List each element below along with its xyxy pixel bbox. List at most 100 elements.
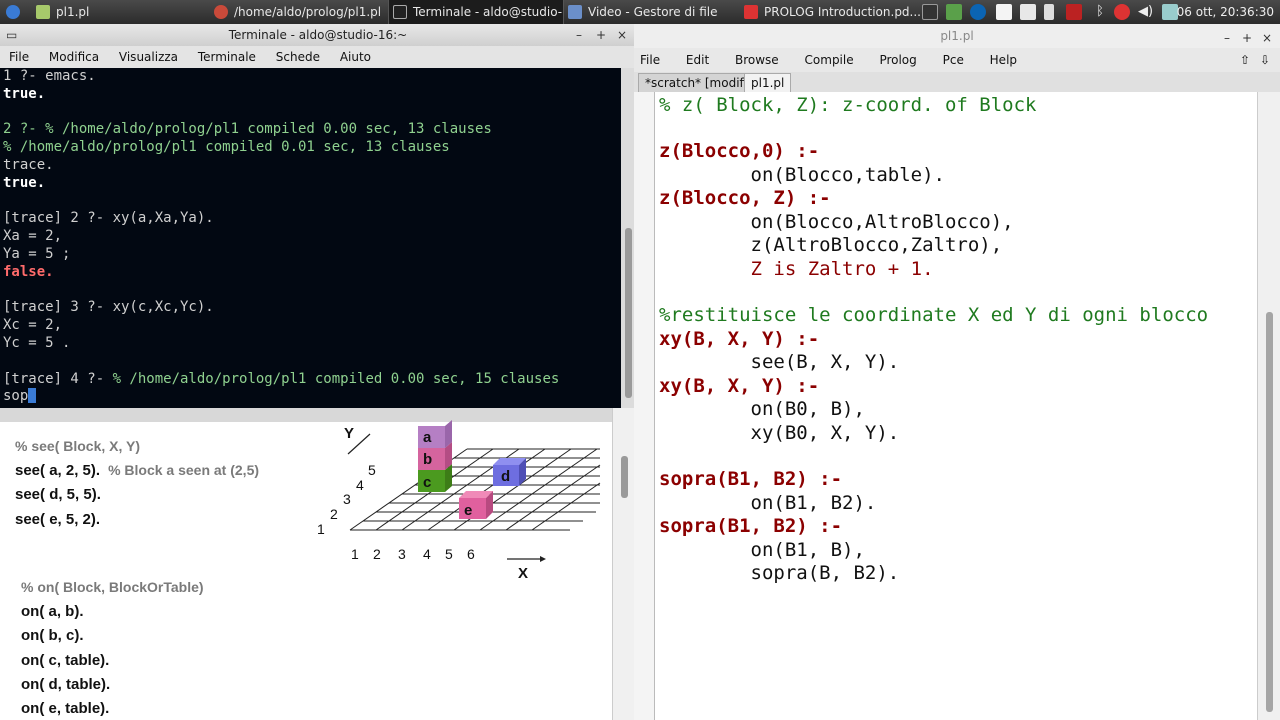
- terminal-line: 2 ?- % /home/aldo/prolog/pl1 compiled 0.…: [3, 121, 492, 138]
- maximize-button[interactable]: +: [1242, 26, 1252, 50]
- code-editor[interactable]: % z( Block, Z): z-coord. of Block z(Bloc…: [654, 92, 1257, 720]
- menu-logo-icon[interactable]: [6, 0, 26, 24]
- hp-icon[interactable]: [970, 4, 986, 20]
- tab-pl1[interactable]: pl1.pl: [744, 73, 792, 92]
- arrow-down-icon[interactable]: ⇩: [1260, 48, 1270, 72]
- code-line: z(Blocco, Z) :-: [659, 187, 831, 209]
- menu-modifica[interactable]: Modifica: [49, 50, 99, 64]
- menu-pce[interactable]: Pce: [943, 53, 964, 67]
- menu-aiuto[interactable]: Aiuto: [340, 50, 371, 64]
- on-fact: on( e, table).: [21, 700, 110, 717]
- block-a: a: [418, 420, 452, 448]
- code-line: xy(B, X, Y) :-: [659, 375, 820, 397]
- code-line: z(AltroBlocco,Zaltro),: [659, 234, 1003, 256]
- editor-icon: [36, 5, 50, 19]
- terminal-input-line[interactable]: sop: [3, 388, 621, 406]
- taskbar-item-file-manager[interactable]: Video - Gestore di file: [568, 0, 738, 24]
- code-line: xy(B0, X, Y).: [659, 422, 900, 444]
- minimize-button[interactable]: –: [1224, 26, 1230, 50]
- menu-browse[interactable]: Browse: [735, 53, 779, 67]
- pdf-scrollbar[interactable]: [612, 408, 634, 720]
- close-button[interactable]: ×: [617, 24, 627, 46]
- network-icon[interactable]: [1162, 4, 1178, 20]
- see-fact: see( e, 5, 2).: [15, 511, 101, 528]
- battery-icon[interactable]: [1044, 4, 1054, 20]
- see-note: % Block a seen at (2,5): [108, 462, 260, 478]
- taskbar-item-pl1-path[interactable]: /home/aldo/prolog/pl1.pl: [214, 0, 386, 24]
- volume-icon[interactable]: ◀): [1138, 4, 1154, 20]
- code-line: sopra(B, B2).: [659, 562, 900, 584]
- editor-title: pl1.pl: [940, 29, 974, 43]
- taskbar-item-pdf[interactable]: PROLOG Introduction.pd...: [744, 0, 920, 24]
- clipboard-icon[interactable]: [1020, 4, 1036, 20]
- menu-schede[interactable]: Schede: [276, 50, 320, 64]
- close-button[interactable]: ×: [1262, 26, 1272, 50]
- menu-compile[interactable]: Compile: [805, 53, 854, 67]
- bluetooth-icon[interactable]: ᛒ: [1092, 4, 1108, 20]
- pdf-icon: [744, 5, 758, 19]
- terminal-menubar: File Modifica Visualizza Terminale Sched…: [0, 46, 636, 68]
- taskbar-item-pl1[interactable]: pl1.pl: [36, 0, 206, 24]
- terminal-line: [trace] 3 ?- xy(c,Xc,Yc).: [3, 299, 214, 316]
- terminal-input[interactable]: sop: [3, 388, 28, 404]
- editor-titlebar[interactable]: pl1.pl – + ×: [634, 24, 1280, 48]
- menu-file[interactable]: File: [9, 50, 29, 64]
- terminal-title: Terminale - aldo@studio-16:~: [228, 28, 408, 42]
- block-d: d: [493, 458, 526, 486]
- taskbar-item-terminal[interactable]: Terminale - aldo@studio-...: [388, 0, 564, 24]
- clock[interactable]: 06 ott, 20:36:30: [1177, 0, 1274, 24]
- x-tick: 3: [398, 546, 406, 562]
- menu-terminale[interactable]: Terminale: [198, 50, 256, 64]
- terminal-titlebar[interactable]: ▭ Terminale - aldo@studio-16:~ – + ×: [0, 24, 636, 46]
- x-tick: 4: [423, 546, 431, 562]
- minimize-button[interactable]: –: [576, 24, 582, 46]
- terminal-app-icon: ▭: [6, 28, 18, 42]
- leaf-icon[interactable]: [946, 4, 962, 20]
- see-fact: see( a, 2, 5).% Block a seen at (2,5): [15, 462, 260, 479]
- menu-prolog[interactable]: Prolog: [879, 53, 916, 67]
- code-line: Z is Zaltro + 1.: [659, 258, 934, 280]
- editor-scroll-thumb[interactable]: [1266, 312, 1273, 712]
- svg-text:d: d: [501, 468, 510, 485]
- x-axis-label: X: [518, 565, 528, 582]
- terminal-output[interactable]: 1 ?- emacs. true. 2 ?- % /home/aldo/prol…: [0, 68, 621, 408]
- terminal-tray-icon[interactable]: [922, 4, 938, 20]
- x-tick: 5: [445, 546, 453, 562]
- editor-menubar: File Edit Browse Compile Prolog Pce Help…: [634, 48, 1280, 72]
- terminal-line: % /home/aldo/prolog/pl1 compiled 0.01 se…: [3, 139, 450, 156]
- terminal-line: [trace] 4 ?- % /home/aldo/prolog/pl1 com…: [3, 371, 621, 389]
- blocks-world-diagram: Y 1 2 3 4 5 1 2 3 4 5 6 X c b a d e: [317, 420, 601, 582]
- menu-visualizza[interactable]: Visualizza: [119, 50, 178, 64]
- editor-window: pl1.pl – + × File Edit Browse Compile Pr…: [634, 24, 1280, 720]
- terminal-line: Xa = 2,: [3, 228, 63, 245]
- menu-file[interactable]: File: [640, 53, 660, 67]
- record-icon[interactable]: [1066, 4, 1082, 20]
- editor-scrollbar[interactable]: [1257, 92, 1280, 720]
- svg-text:e: e: [464, 502, 472, 519]
- x-axis-arrowhead: [540, 556, 546, 562]
- taskbar: pl1.pl /home/aldo/prolog/pl1.pl Terminal…: [0, 0, 1280, 24]
- terminal-icon: [393, 5, 407, 19]
- code-line: on(B1, B),: [659, 539, 865, 561]
- y-axis-label: Y: [344, 425, 354, 442]
- camera-icon[interactable]: [1114, 4, 1130, 20]
- code-line: on(B1, B2).: [659, 492, 877, 514]
- maximize-button[interactable]: +: [596, 24, 606, 46]
- menu-edit[interactable]: Edit: [686, 53, 709, 67]
- pdf-scroll-thumb[interactable]: [621, 456, 628, 498]
- pdf-slide: % see( Block, X, Y) see( a, 2, 5).% Bloc…: [0, 408, 634, 720]
- svg-text:c: c: [423, 474, 431, 491]
- menu-help[interactable]: Help: [990, 53, 1017, 67]
- terminal-scroll-thumb[interactable]: [625, 228, 632, 398]
- svg-text:a: a: [423, 429, 432, 446]
- code-line: %restituisce le coordinate X ed Y di ogn…: [659, 304, 1209, 326]
- code-line: z(Blocco,0) :-: [659, 140, 820, 162]
- arrow-up-icon[interactable]: ⇧: [1240, 48, 1250, 72]
- document-icon[interactable]: [996, 4, 1012, 20]
- x-tick: 2: [373, 546, 381, 562]
- y-tick: 5: [368, 462, 376, 478]
- code-line: on(Blocco,AltroBlocco),: [659, 211, 1014, 233]
